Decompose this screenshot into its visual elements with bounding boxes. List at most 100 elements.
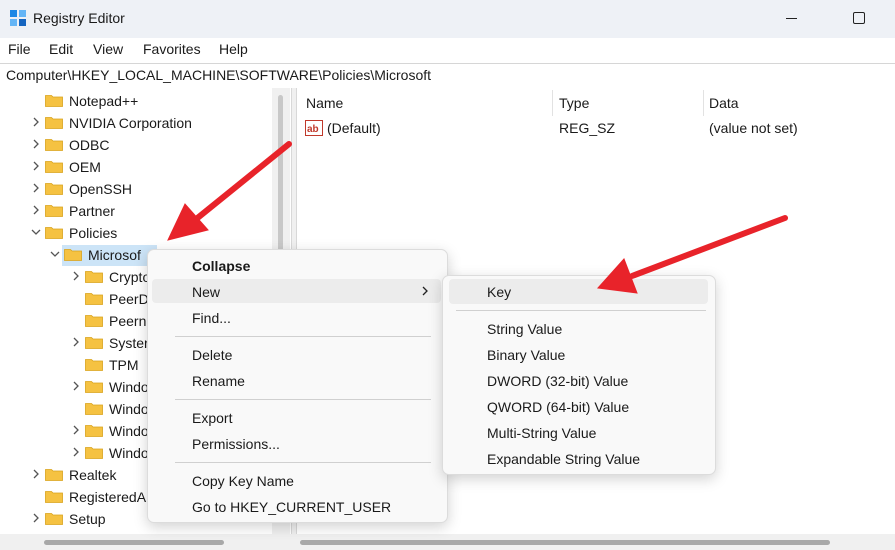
folder-icon	[85, 425, 103, 437]
tree-item-label: Windo	[109, 379, 149, 395]
tree-item-label: Notepad++	[69, 93, 139, 109]
value-type[interactable]: REG_SZ	[559, 120, 615, 136]
menu-file[interactable]: File	[8, 41, 31, 57]
submenu-item-binary-value[interactable]: Binary Value	[487, 347, 565, 363]
tree-item[interactable]: ODBC	[0, 134, 272, 156]
values-horizontal-scroll-thumb[interactable]	[300, 540, 830, 545]
value-data[interactable]: (value not set)	[709, 120, 798, 136]
tree-item-label: Peern	[109, 313, 147, 329]
menu-item-collapse[interactable]: Collapse	[192, 258, 250, 274]
menu-separator	[175, 462, 431, 463]
tree-item-label: Crypto	[109, 269, 151, 285]
folder-icon	[45, 205, 63, 217]
string-value-icon: ab	[305, 120, 323, 136]
folder-icon	[45, 183, 63, 195]
address-path[interactable]: Computer\HKEY_LOCAL_MACHINE\SOFTWARE\Pol…	[6, 67, 431, 83]
chevron-right-icon[interactable]	[31, 139, 41, 149]
tree-item[interactable]: Notepad++	[0, 90, 272, 112]
tree-item-label: RegisteredA	[69, 489, 147, 505]
tree-item[interactable]: NVIDIA Corporation	[0, 112, 272, 134]
menu-favorites[interactable]: Favorites	[143, 41, 201, 57]
menu-separator	[175, 336, 431, 337]
folder-icon	[45, 95, 63, 107]
menu-item-new[interactable]: New	[192, 284, 220, 300]
submenu-item-expandable-string-value[interactable]: Expandable String Value	[487, 451, 640, 467]
folder-icon	[85, 337, 103, 349]
folder-icon	[45, 227, 63, 239]
submenu-item-qword-value[interactable]: QWORD (64-bit) Value	[487, 399, 629, 415]
folder-icon	[64, 249, 82, 261]
folder-icon	[85, 315, 103, 327]
column-header-data[interactable]: Data	[709, 95, 739, 111]
menu-item-delete[interactable]: Delete	[192, 347, 232, 363]
title-bar	[0, 0, 895, 38]
folder-icon	[45, 469, 63, 481]
folder-icon	[45, 117, 63, 129]
minimize-button[interactable]	[768, 0, 814, 38]
chevron-down-icon[interactable]	[50, 249, 60, 259]
chevron-right-icon[interactable]	[71, 337, 81, 347]
tree-item[interactable]: Partner	[0, 200, 272, 222]
tree-item-label: Microsof	[88, 247, 141, 263]
maximize-button[interactable]	[836, 0, 882, 38]
menu-item-export[interactable]: Export	[192, 410, 232, 426]
menu-separator	[456, 310, 706, 311]
menu-view[interactable]: View	[93, 41, 123, 57]
folder-icon	[85, 447, 103, 459]
tree-item-label: Windo	[109, 401, 149, 417]
column-header-type[interactable]: Type	[559, 95, 589, 111]
chevron-right-icon[interactable]	[31, 117, 41, 127]
column-divider[interactable]	[552, 90, 553, 116]
tree-item-label: Setup	[69, 511, 106, 527]
tree-item-label: TPM	[109, 357, 139, 373]
tree-item-label: ODBC	[69, 137, 110, 153]
tree-item[interactable]: OpenSSH	[0, 178, 272, 200]
menu-separator	[175, 399, 431, 400]
tree-item-label: Policies	[69, 225, 118, 241]
tree-item-label: NVIDIA Corporation	[69, 115, 192, 131]
chevron-right-icon[interactable]	[71, 447, 81, 457]
chevron-right-icon[interactable]	[71, 271, 81, 281]
column-header-name[interactable]: Name	[306, 95, 343, 111]
submenu-item-dword-value[interactable]: DWORD (32-bit) Value	[487, 373, 628, 389]
chevron-right-icon[interactable]	[31, 513, 41, 523]
tree-item-label: Windo	[109, 423, 149, 439]
chevron-right-icon[interactable]	[31, 183, 41, 193]
menu-item-copy-key-name[interactable]: Copy Key Name	[192, 473, 294, 489]
folder-icon	[85, 293, 103, 305]
submenu-item-multi-string-value[interactable]: Multi-String Value	[487, 425, 596, 441]
menu-item-goto-hkcu[interactable]: Go to HKEY_CURRENT_USER	[192, 499, 391, 515]
tree-item[interactable]: OEM	[0, 156, 272, 178]
menu-bar	[0, 38, 895, 62]
menu-edit[interactable]: Edit	[49, 41, 73, 57]
submenu-item-key[interactable]: Key	[487, 284, 511, 300]
folder-icon	[85, 403, 103, 415]
folder-icon	[85, 381, 103, 393]
tree-horizontal-scroll-thumb[interactable]	[44, 540, 224, 545]
chevron-right-icon[interactable]	[31, 205, 41, 215]
menu-item-permissions[interactable]: Permissions...	[192, 436, 280, 452]
tree-item[interactable]: Policies	[0, 222, 272, 244]
tree-item-label: Syster	[109, 335, 149, 351]
tree-item-label: Windo	[109, 445, 149, 461]
chevron-right-icon	[422, 286, 428, 296]
tree-item-label: OEM	[69, 159, 101, 175]
chevron-right-icon[interactable]	[71, 381, 81, 391]
folder-icon	[45, 139, 63, 151]
chevron-right-icon[interactable]	[31, 161, 41, 171]
chevron-right-icon[interactable]	[31, 469, 41, 479]
menu-item-rename[interactable]: Rename	[192, 373, 245, 389]
folder-icon	[85, 359, 103, 371]
chevron-right-icon[interactable]	[71, 425, 81, 435]
folder-icon	[45, 513, 63, 525]
column-divider[interactable]	[703, 90, 704, 116]
menu-help[interactable]: Help	[219, 41, 248, 57]
tree-item-label: Partner	[69, 203, 115, 219]
value-name[interactable]: (Default)	[327, 120, 381, 136]
submenu-item-string-value[interactable]: String Value	[487, 321, 562, 337]
menu-item-find[interactable]: Find...	[192, 310, 231, 326]
folder-icon	[85, 271, 103, 283]
chevron-down-icon[interactable]	[31, 227, 41, 237]
tree-item-label: PeerD	[109, 291, 149, 307]
registry-editor-icon	[10, 10, 26, 26]
